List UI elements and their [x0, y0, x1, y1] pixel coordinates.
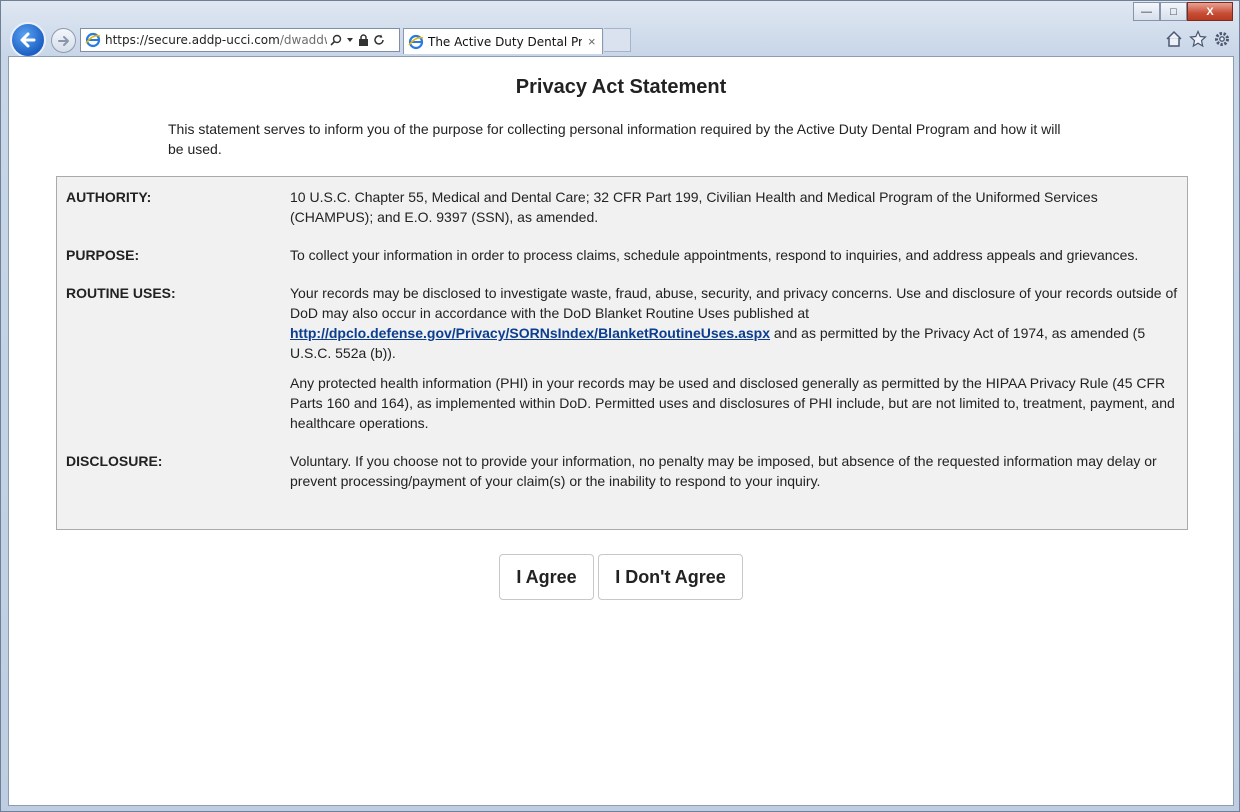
blanket-routine-uses-link[interactable]: http://dpclo.defense.gov/Privacy/SORNsIn…	[290, 325, 770, 341]
back-button[interactable]	[10, 22, 46, 58]
close-window-button[interactable]: X	[1187, 2, 1233, 21]
gear-icon[interactable]	[1213, 30, 1231, 48]
home-icon[interactable]	[1165, 30, 1183, 48]
new-tab-button[interactable]	[604, 28, 631, 52]
intro-text: This statement serves to inform you of t…	[168, 121, 1061, 157]
authority-text: 10 U.S.C. Chapter 55, Medical and Dental…	[290, 189, 1098, 225]
star-icon[interactable]	[1189, 30, 1207, 48]
minimize-button[interactable]: —	[1133, 2, 1160, 21]
browser-toolbar-icons	[1165, 30, 1231, 48]
browser-window: — □ X https://secure.addp-ucci.com/dwadd…	[0, 0, 1240, 812]
forward-button[interactable]	[51, 28, 76, 53]
routine-uses-paragraph-2: Any protected health information (PHI) i…	[290, 375, 1175, 431]
disagree-button[interactable]: I Don't Agree	[598, 554, 743, 600]
back-arrow-icon	[20, 32, 36, 48]
url-host: https://secure.addp-ucci.com	[105, 33, 280, 47]
disclosure-text: Voluntary. If you choose not to provide …	[290, 453, 1157, 489]
page-content: Privacy Act Statement This statement ser…	[8, 56, 1234, 806]
close-tab-icon[interactable]: ×	[588, 34, 596, 49]
authority-label: AUTHORITY:	[66, 189, 152, 205]
refresh-icon[interactable]	[373, 34, 385, 46]
dropdown-arrow-icon[interactable]	[346, 36, 354, 44]
privacy-details-panel: AUTHORITY: 10 U.S.C. Chapter 55, Medical…	[56, 176, 1188, 530]
tab-active-duty-dental[interactable]: The Active Duty Dental Pro... ×	[403, 28, 603, 54]
purpose-label: PURPOSE:	[66, 247, 140, 263]
maximize-button[interactable]: □	[1160, 2, 1187, 21]
routine-uses-text: Your records may be disclosed to investi…	[290, 283, 1178, 433]
purpose-text: To collect your information in order to …	[290, 247, 1139, 263]
window-controls: — □ X	[1133, 2, 1233, 21]
search-icon[interactable]	[330, 34, 342, 46]
routine-uses-text-before-link: Your records may be disclosed to investi…	[290, 285, 1178, 321]
ie-logo-icon	[85, 32, 101, 48]
tab-title: The Active Duty Dental Pro...	[428, 34, 582, 49]
routine-uses-paragraph-1: Your records may be disclosed to investi…	[290, 283, 1178, 363]
forward-arrow-icon	[57, 35, 69, 46]
lock-icon[interactable]	[358, 34, 369, 46]
url-text[interactable]: https://secure.addp-ucci.com/dwaddw/pr	[105, 33, 327, 47]
routine-uses-label: ROUTINE USES:	[66, 285, 176, 301]
url-path: /dwaddw/pr	[279, 33, 327, 47]
agree-button[interactable]: I Agree	[499, 554, 594, 600]
consent-buttons: I Agree I Don't Agree	[499, 554, 743, 600]
disclosure-label: DISCLOSURE:	[66, 453, 163, 469]
address-bar[interactable]: https://secure.addp-ucci.com/dwaddw/pr	[80, 28, 400, 52]
ie-logo-icon	[408, 34, 424, 49]
page-title: Privacy Act Statement	[515, 76, 727, 98]
